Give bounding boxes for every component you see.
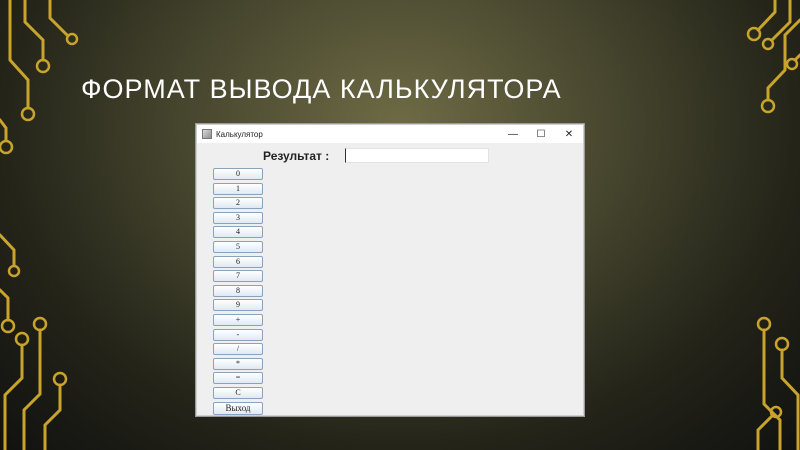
digit-4-button[interactable]: 4	[213, 226, 263, 239]
exit-button[interactable]: Выход	[213, 401, 263, 415]
plus-button[interactable]: +	[213, 313, 263, 326]
minus-button[interactable]: -	[213, 328, 263, 341]
digit-5-button[interactable]: 5	[213, 240, 263, 253]
close-button[interactable]: ✕	[555, 125, 583, 143]
result-label: Результат :	[263, 149, 330, 163]
result-input[interactable]	[345, 148, 489, 163]
digit-7-button[interactable]: 7	[213, 270, 263, 283]
calculator-window: Калькулятор — ☐ ✕ Результат : 0 1 2 3 4 …	[196, 124, 584, 416]
window-content: Результат : 0 1 2 3 4 5 6 7 8 9 + - / * …	[197, 143, 583, 415]
circuit-decoration-left	[0, 0, 79, 450]
circuit-decoration-right	[746, 0, 800, 450]
window-titlebar[interactable]: Калькулятор — ☐ ✕	[197, 125, 583, 143]
button-column: 0 1 2 3 4 5 6 7 8 9 + - / * = C Выход	[213, 168, 263, 415]
maximize-button[interactable]: ☐	[527, 125, 555, 143]
window-title: Калькулятор	[216, 129, 263, 139]
minimize-button[interactable]: —	[499, 125, 527, 143]
window-controls: — ☐ ✕	[499, 125, 583, 143]
digit-6-button[interactable]: 6	[213, 255, 263, 268]
app-icon	[202, 129, 212, 139]
slide-title: ФОРМАТ ВЫВОДА КАЛЬКУЛЯТОРА	[81, 74, 562, 104]
divide-button[interactable]: /	[213, 343, 263, 356]
digit-0-button[interactable]: 0	[213, 168, 263, 180]
equals-button[interactable]: =	[213, 372, 263, 385]
digit-1-button[interactable]: 1	[213, 182, 263, 195]
multiply-button[interactable]: *	[213, 357, 263, 370]
digit-3-button[interactable]: 3	[213, 211, 263, 224]
digit-2-button[interactable]: 2	[213, 197, 263, 210]
digit-8-button[interactable]: 8	[213, 284, 263, 297]
clear-button[interactable]: C	[213, 386, 263, 399]
digit-9-button[interactable]: 9	[213, 299, 263, 312]
